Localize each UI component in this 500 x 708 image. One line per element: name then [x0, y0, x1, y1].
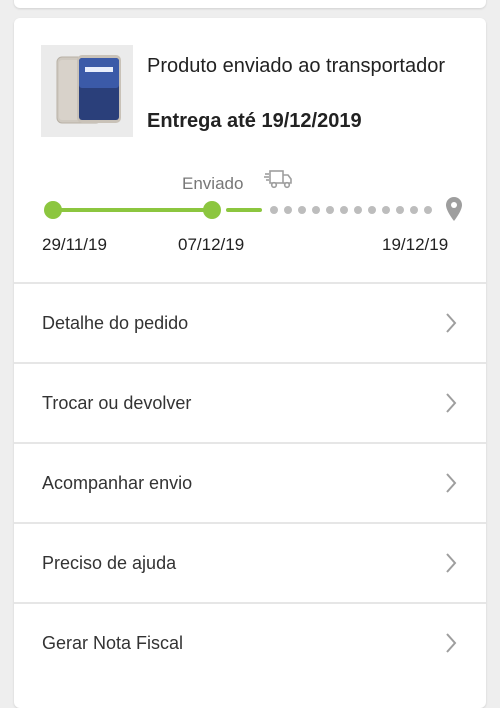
menu-item-help[interactable]: Preciso de ajuda — [14, 522, 486, 602]
menu-item-order-detail[interactable]: Detalhe do pedido — [14, 282, 486, 362]
menu-item-label: Acompanhar envio — [42, 472, 193, 493]
pending-dot — [396, 206, 404, 214]
chevron-right-icon — [446, 313, 457, 333]
menu-item-track-shipment[interactable]: Acompanhar envio — [14, 442, 486, 522]
smartphone-image — [41, 45, 133, 137]
chevron-right-icon — [446, 473, 457, 493]
pending-dot — [284, 206, 292, 214]
date-start: 29/11/19 — [42, 235, 107, 254]
pending-dot — [410, 206, 418, 214]
pending-dot — [326, 206, 334, 214]
timeline-node-start — [44, 201, 62, 219]
date-delivery: 19/12/19 — [382, 235, 449, 254]
product-thumbnail[interactable] — [41, 45, 133, 137]
timeline-node-shipped — [203, 201, 221, 219]
order-card: Produto enviado ao transportador Entrega… — [14, 18, 486, 708]
menu-item-exchange-return[interactable]: Trocar ou devolver — [14, 362, 486, 442]
chevron-right-icon — [446, 633, 457, 653]
menu-item-label: Preciso de ajuda — [42, 552, 177, 573]
pending-dot — [424, 206, 432, 214]
chevron-right-icon — [446, 393, 457, 413]
pending-dot — [312, 206, 320, 214]
progress-bar-completed — [52, 208, 212, 212]
pending-dot — [368, 206, 376, 214]
chevron-right-icon — [446, 553, 457, 573]
delivery-truck-icon — [264, 170, 292, 189]
pending-dot — [340, 206, 348, 214]
progress-bar-partial — [226, 208, 262, 212]
location-pin-icon — [446, 197, 462, 221]
menu-item-label: Gerar Nota Fiscal — [42, 632, 184, 653]
pending-dot — [270, 206, 278, 214]
date-shipped: 07/12/19 — [178, 235, 245, 254]
menu-item-invoice[interactable]: Gerar Nota Fiscal — [14, 602, 486, 682]
pending-dot — [298, 206, 306, 214]
previous-card — [14, 0, 486, 8]
order-actions-menu: Detalhe do pedido Trocar ou devolver Aco… — [14, 282, 486, 682]
delivery-estimate: Entrega até 19/12/2019 — [147, 110, 362, 132]
menu-item-label: Detalhe do pedido — [42, 312, 189, 333]
menu-item-label: Trocar ou devolver — [42, 392, 192, 413]
shipment-status: Produto enviado ao transportador — [147, 55, 445, 77]
current-stage-label: Enviado — [182, 174, 244, 193]
shipping-timeline: Enviado 29/11/19 07/12/19 19/12/19 — [14, 168, 486, 268]
pending-dot — [382, 206, 390, 214]
pending-dot — [354, 206, 362, 214]
